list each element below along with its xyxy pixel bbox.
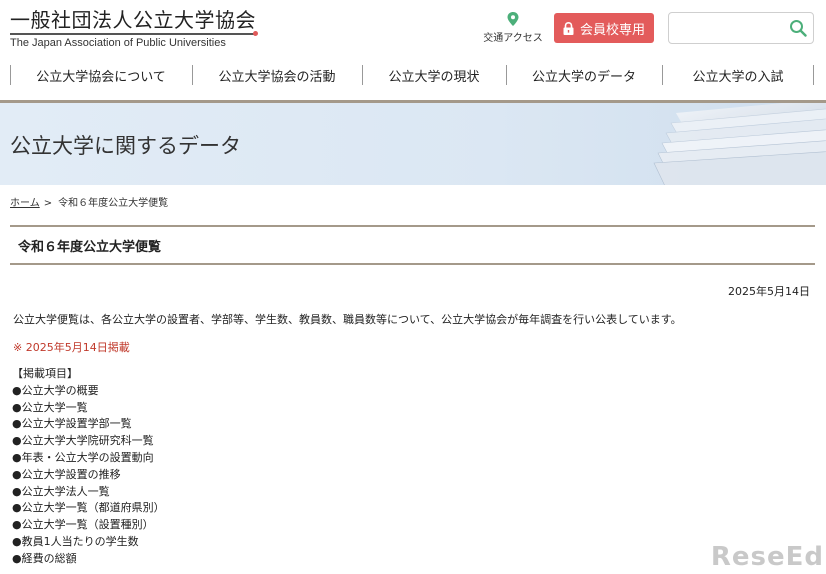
- nav-item-label: 公立大学の入試: [692, 69, 784, 85]
- breadcrumb-home-link[interactable]: ホーム: [10, 198, 40, 209]
- items-list: 【掲載項目】 ●公立大学の概要 ●公立大学一覧 ●公立大学設置学部一覧 ●公立大…: [12, 366, 165, 568]
- items-heading: 【掲載項目】: [12, 367, 78, 380]
- lock-icon: [563, 21, 574, 35]
- watermark-logo: ReseEd: [710, 542, 824, 572]
- page-heading-box: 令和６年度公立大学便覧: [10, 225, 815, 265]
- site-header: 一般社団法人公立大学協会 The Japan Association of Pu…: [0, 0, 826, 58]
- search-box: [668, 12, 814, 44]
- nav-item-about[interactable]: 公立大学協会について: [10, 59, 192, 91]
- logo-english: The Japan Association of Public Universi…: [10, 37, 226, 49]
- banner-title: 公立大学に関するデータ: [10, 134, 241, 158]
- list-item: ●教員1人当たりの学生数: [12, 534, 139, 548]
- posting-note: ※ 2025年5月14日掲載: [13, 341, 130, 354]
- page-banner: 公立大学に関するデータ: [0, 103, 826, 185]
- member-button-label: 会員校専用: [579, 22, 645, 38]
- list-item: ●公立大学設置学部一覧: [12, 417, 132, 431]
- map-pin-icon: [507, 12, 519, 26]
- list-item: ●公立大学一覧（都道府県別）: [12, 501, 165, 515]
- list-item: ●公立大学一覧（設置種別）: [12, 518, 154, 532]
- logo-dot: [253, 31, 258, 36]
- list-item: ●年表・公立大学の設置動向: [12, 450, 154, 464]
- list-item: ●経費の総額: [12, 551, 77, 565]
- nav-item-status[interactable]: 公立大学の現状: [362, 59, 506, 91]
- breadcrumb-current: 令和６年度公立大学便覧: [58, 198, 169, 209]
- site-logo[interactable]: 一般社団法人公立大学協会 The Japan Association of Pu…: [10, 8, 258, 49]
- list-item: ●公立大学法人一覧: [12, 484, 110, 498]
- list-item: ●公立大学大学院研究科一覧: [12, 434, 154, 448]
- nav-item-label: 公立大学協会について: [36, 69, 166, 85]
- nav-item-label: 公立大学協会の活動: [218, 69, 336, 85]
- list-item: ●公立大学一覧: [12, 400, 88, 414]
- access-link[interactable]: 交通アクセス: [480, 12, 546, 44]
- list-item: ●公立大学の概要: [12, 383, 99, 397]
- list-item: ●公立大学設置の推移: [12, 467, 121, 481]
- logo-japanese: 一般社団法人公立大学協会: [10, 8, 256, 32]
- breadcrumb-separator: >: [43, 198, 53, 209]
- search-input[interactable]: [675, 19, 785, 37]
- page-title: 令和６年度公立大学便覧: [18, 240, 162, 255]
- nav-item-label: 公立大学のデータ: [531, 69, 636, 85]
- nav-item-admissions[interactable]: 公立大学の入試: [662, 59, 814, 91]
- nav-item-data[interactable]: 公立大学のデータ: [506, 59, 662, 91]
- nav-item-activities[interactable]: 公立大学協会の活動: [192, 59, 362, 91]
- publish-date: 2025年5月14日: [728, 285, 810, 298]
- nav-item-label: 公立大学の現状: [388, 69, 480, 85]
- document-stack-image: [653, 103, 826, 185]
- member-only-button[interactable]: 会員校専用: [554, 13, 654, 43]
- intro-text: 公立大学便覧は、各公立大学の設置者、学部等、学生数、教員数、職員数等について、公…: [13, 313, 682, 326]
- breadcrumb: ホーム > 令和６年度公立大学便覧: [10, 194, 168, 209]
- access-label: 交通アクセス: [483, 33, 543, 44]
- search-icon[interactable]: [789, 19, 807, 37]
- logo-underline: [10, 31, 258, 36]
- main-nav: 公立大学協会について 公立大学協会の活動 公立大学の現状 公立大学のデータ 公立…: [0, 59, 826, 93]
